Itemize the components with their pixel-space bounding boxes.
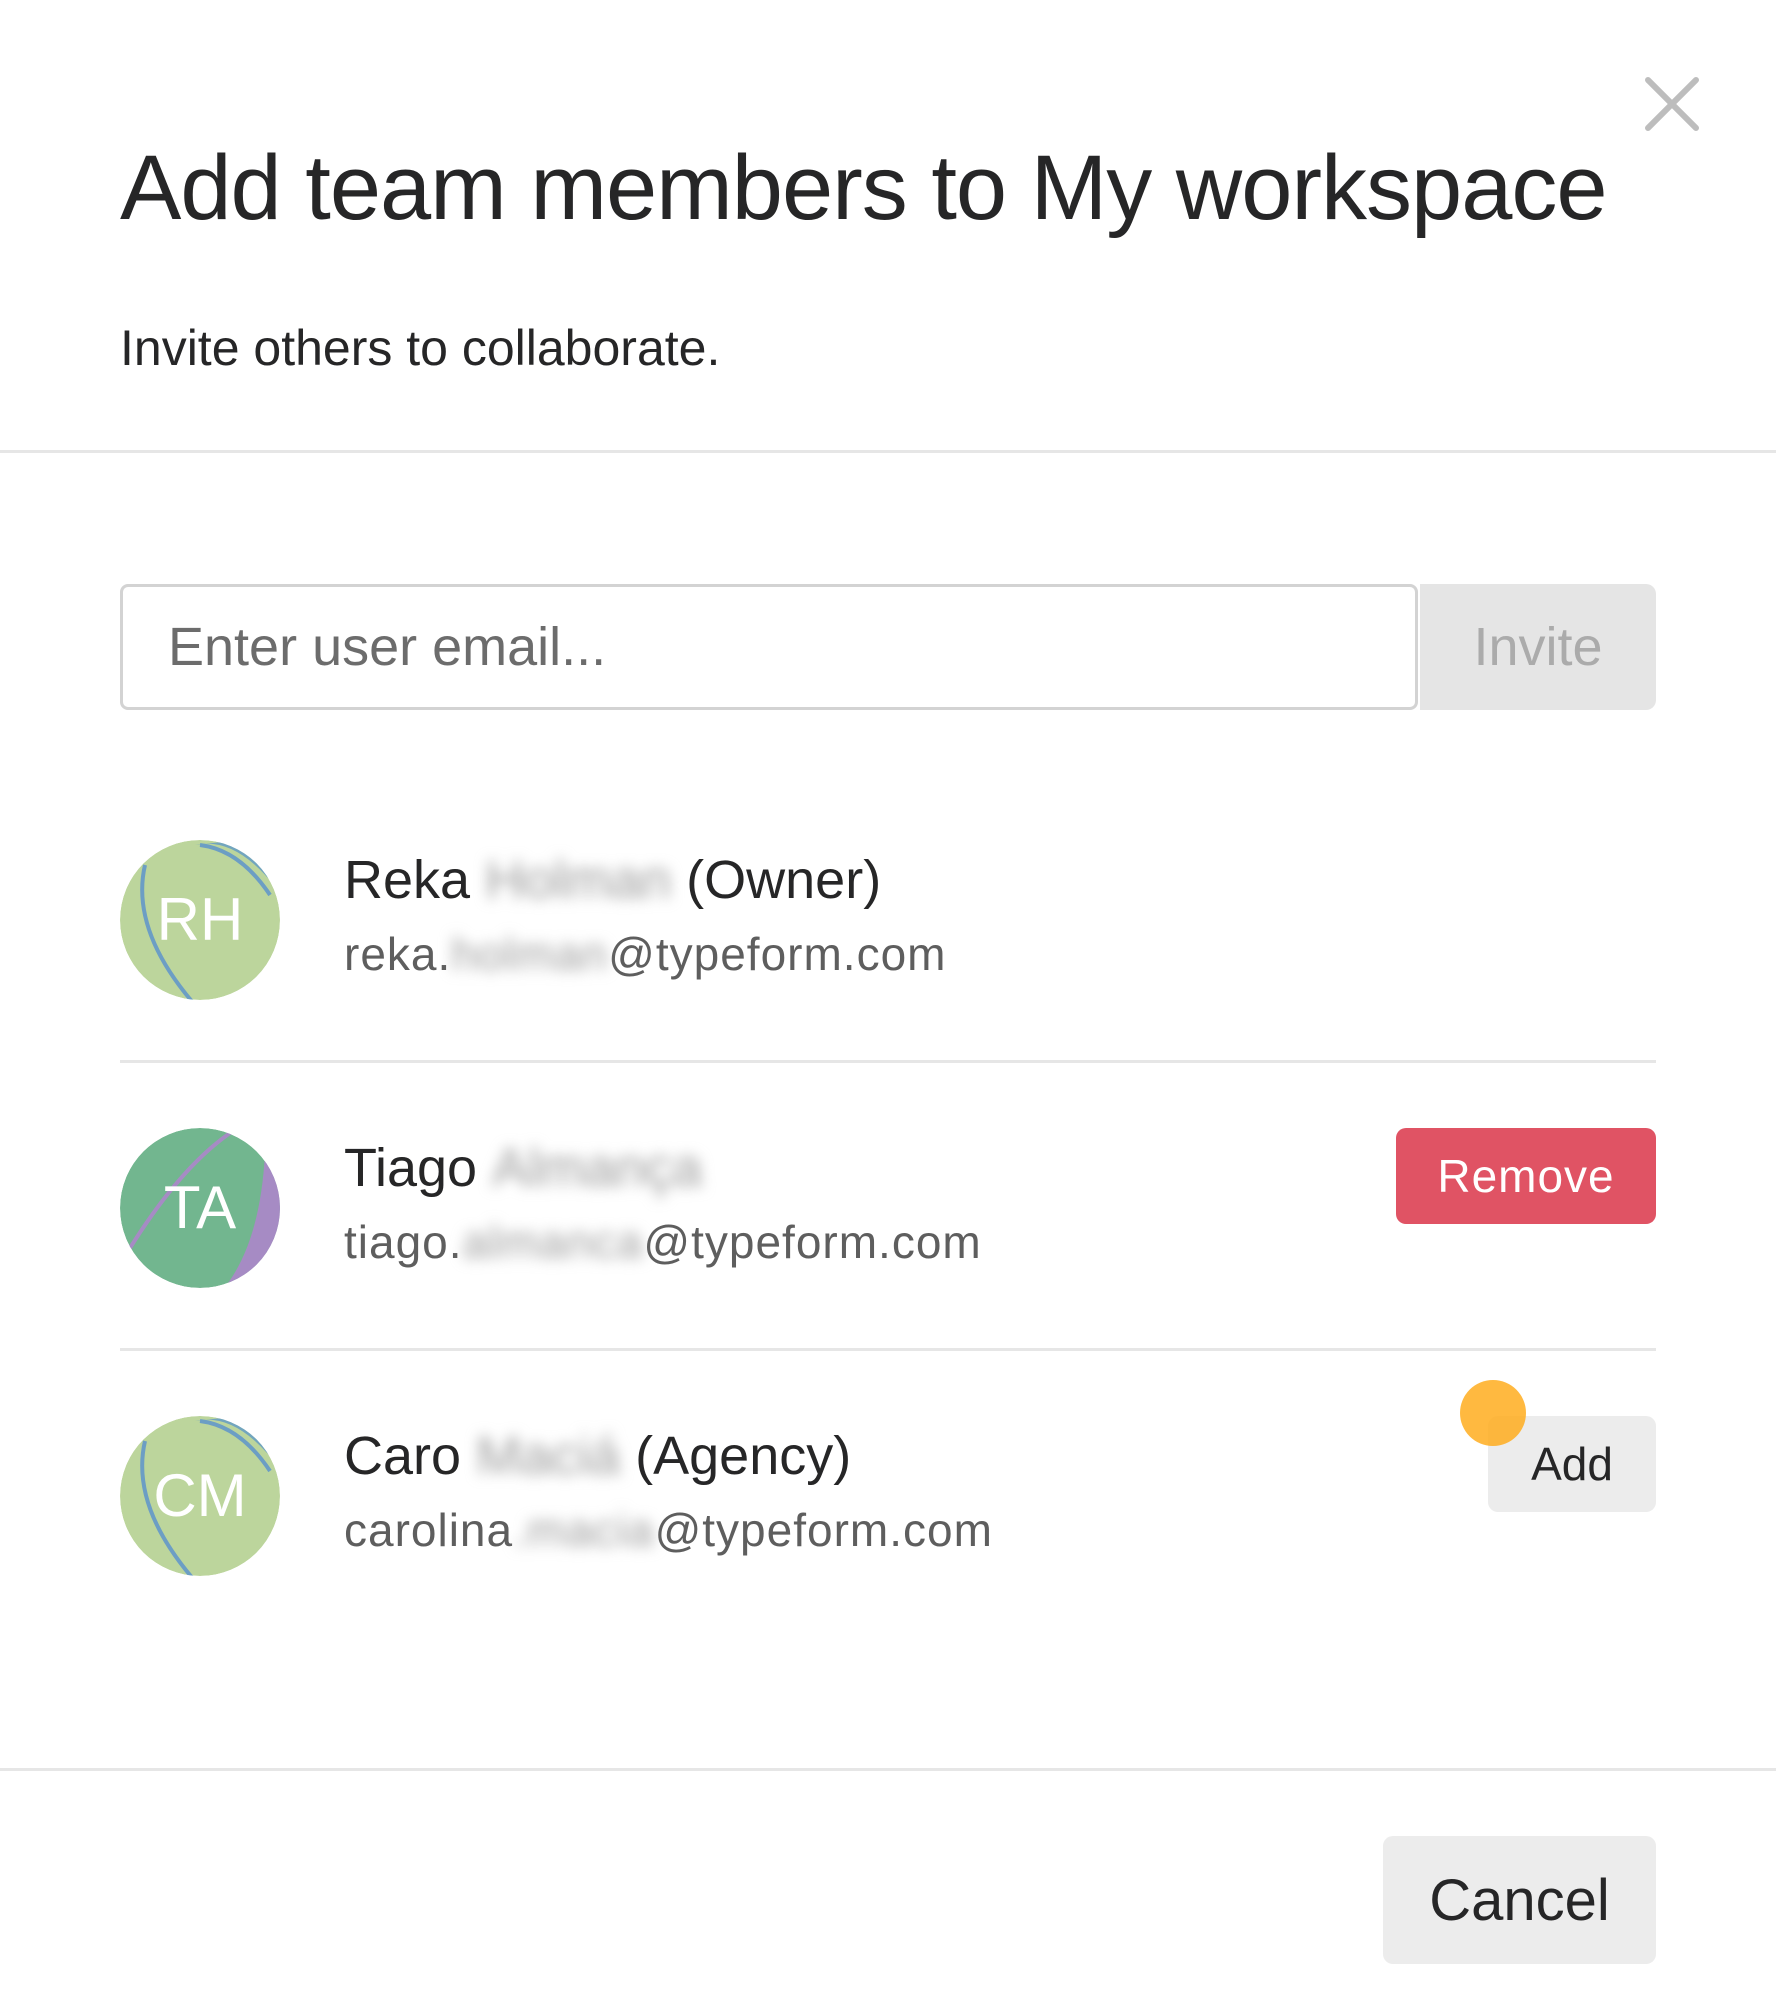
modal-title: Add team members to My workspace [120, 137, 1608, 239]
redacted-email: holman [451, 928, 609, 980]
member-email: reka.holman@typeform.com [344, 928, 947, 980]
add-team-members-modal: Add team members to My workspace Invite … [0, 0, 1776, 2016]
member-row-reka: RH Reka Holman (Owner) reka.holman@typef… [120, 840, 1656, 1000]
member-email: tiago.almanca@typeform.com [344, 1216, 982, 1268]
member-name: Caro Maciá (Agency) [344, 1426, 852, 1486]
avatar: RH [120, 840, 280, 1000]
member-name: Tiago Almança [344, 1138, 703, 1198]
member-name: Reka Holman (Owner) [344, 850, 882, 910]
avatar: CM [120, 1416, 280, 1576]
invite-button[interactable]: Invite [1420, 584, 1656, 710]
row-divider [120, 1348, 1656, 1351]
member-email: carolina.macia@typeform.com [344, 1504, 993, 1556]
footer-divider [0, 1768, 1776, 1771]
remove-member-button[interactable]: Remove [1396, 1128, 1656, 1224]
avatar: TA [120, 1128, 280, 1288]
cancel-button[interactable]: Cancel [1383, 1836, 1656, 1964]
close-icon[interactable] [1640, 72, 1704, 136]
cursor-indicator [1460, 1380, 1526, 1446]
row-divider [120, 1060, 1656, 1063]
member-row-caro: CM Caro Maciá (Agency) carolina.macia@ty… [120, 1416, 1656, 1576]
redacted-email: .macia [513, 1504, 655, 1556]
redacted-last-name: Holman [485, 850, 672, 910]
redacted-last-name: Almança [492, 1138, 703, 1198]
redacted-email: almanca [462, 1216, 644, 1268]
email-input[interactable] [120, 584, 1418, 710]
header-divider [0, 450, 1776, 453]
modal-subtitle: Invite others to collaborate. [120, 320, 721, 376]
redacted-last-name: Maciá [476, 1426, 621, 1486]
